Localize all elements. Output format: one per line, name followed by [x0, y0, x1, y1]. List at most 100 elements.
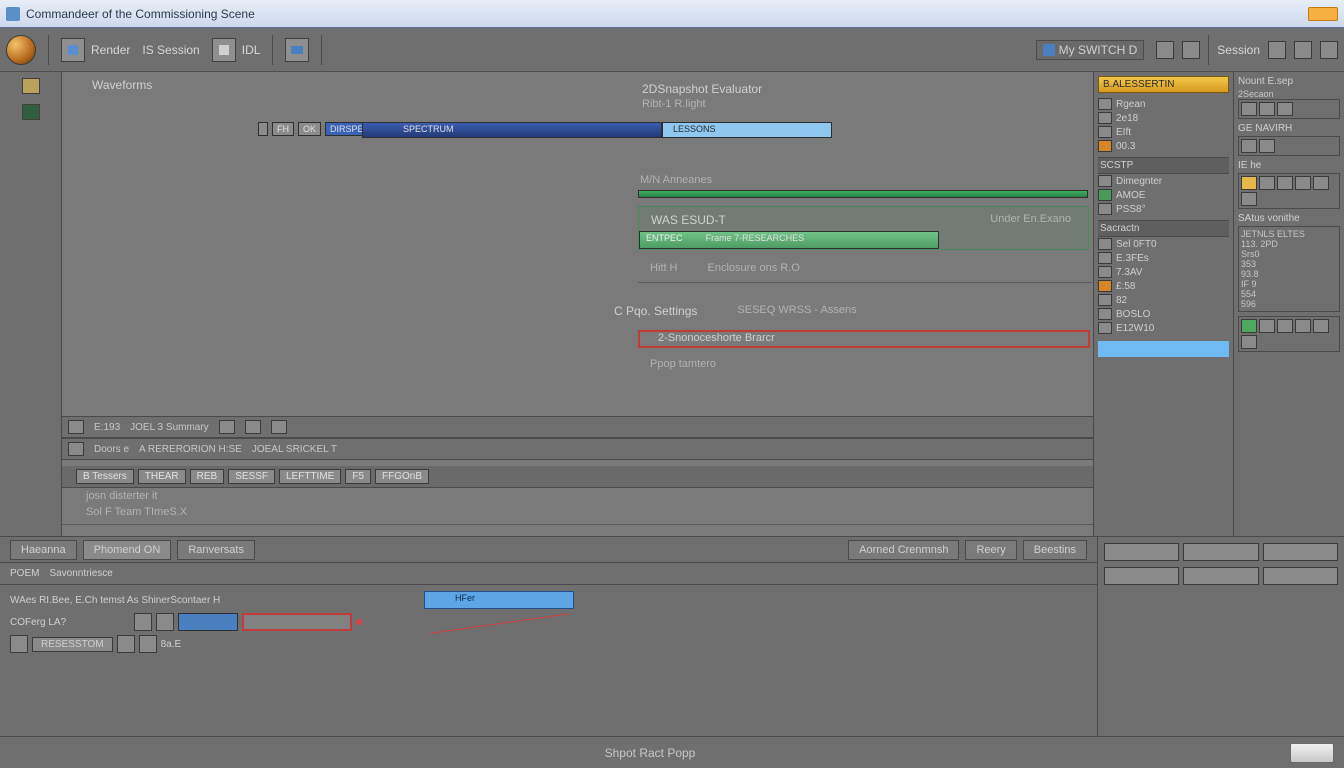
chip-icon[interactable] — [1259, 139, 1275, 153]
sec-btn[interactable]: SESSF — [228, 469, 275, 484]
grid-chip-2[interactable] — [1294, 41, 1312, 59]
tl-icon[interactable] — [134, 613, 152, 631]
panel-a-item[interactable]: E12W10 — [1098, 321, 1229, 335]
midinfo-row-1: E:193 JOEL 3 Summary — [62, 416, 1093, 438]
item-label: 82 — [1116, 295, 1127, 306]
panel-a-item[interactable]: £:58 — [1098, 279, 1229, 293]
grid-chip-1[interactable] — [1268, 41, 1286, 59]
track-red-outline[interactable]: 2-Snonoceshorte Brarcr — [638, 330, 1090, 348]
chip-icon[interactable] — [1259, 102, 1275, 116]
chip[interactable]: FH — [272, 122, 294, 136]
scene-selector[interactable]: My SWITCH D — [1036, 40, 1145, 60]
chip-icon[interactable] — [1241, 176, 1257, 190]
panel-a-item[interactable]: E.3FEs — [1098, 251, 1229, 265]
tool-a-icon[interactable] — [285, 38, 309, 62]
track-green-thin[interactable] — [638, 190, 1088, 198]
track-green2[interactable]: ENTPEC Frame 7-RESEARCHES — [639, 231, 939, 249]
scene-selector-label: My SWITCH D — [1059, 43, 1138, 57]
br-btn[interactable] — [1104, 543, 1179, 561]
session-tab[interactable]: Session — [1217, 43, 1260, 57]
view-chip-2[interactable] — [1182, 41, 1200, 59]
chip-icon[interactable] — [1241, 319, 1257, 333]
panel-a-item[interactable]: BOSLO — [1098, 307, 1229, 321]
panel-a-item[interactable]: PSS8° — [1098, 202, 1229, 216]
sec-btn[interactable]: LEFTTIME — [279, 469, 341, 484]
chip-icon[interactable] — [1241, 102, 1257, 116]
track-blue[interactable]: SPECTRUM — [362, 122, 662, 138]
ok-button[interactable] — [1290, 743, 1334, 763]
tl-tab[interactable]: Haeanna — [10, 540, 77, 560]
tl-icon[interactable] — [139, 635, 157, 653]
chip-icon[interactable] — [1295, 176, 1311, 190]
chip-icon[interactable] — [1241, 335, 1257, 349]
chip[interactable]: OK — [298, 122, 321, 136]
keyframe-diamond-icon[interactable] — [355, 618, 363, 626]
chip-icon[interactable] — [1241, 139, 1257, 153]
pb4-item: IF 9 — [1241, 279, 1337, 289]
green-block: WAS ESUD-T Under En.Exano ENTPEC Frame 7… — [638, 206, 1089, 250]
tl-tab[interactable]: Beestins — [1023, 540, 1087, 560]
panel-a-item[interactable]: 82 — [1098, 293, 1229, 307]
panel-a-item[interactable]: EIft — [1098, 125, 1229, 139]
br-btn[interactable] — [1263, 543, 1338, 561]
chip-icon[interactable] — [1313, 176, 1329, 190]
sec-btn[interactable]: THEAR — [138, 469, 186, 484]
tl-row3-btn[interactable]: RESESSTOM — [32, 637, 113, 652]
tl-icon[interactable] — [156, 613, 174, 631]
sec-btn[interactable]: F5 — [345, 469, 371, 484]
tl-tab[interactable]: Aorned Crenmnsh — [848, 540, 959, 560]
view-chip-1[interactable] — [1156, 41, 1174, 59]
tl-tab[interactable]: Phomend ON — [83, 540, 172, 560]
tl-tab[interactable]: Ranversats — [177, 540, 255, 560]
br-btn[interactable] — [1183, 567, 1258, 585]
mid-icon[interactable] — [271, 420, 287, 434]
chip-icon[interactable] — [1259, 176, 1275, 190]
mid-icon[interactable] — [68, 420, 84, 434]
br-btn[interactable] — [1263, 567, 1338, 585]
panel-a-item[interactable]: Rgean — [1098, 97, 1229, 111]
tl-tab[interactable]: Reery — [965, 540, 1016, 560]
tl-clip-red[interactable] — [242, 613, 352, 631]
idl-button[interactable]: IDL — [242, 43, 261, 57]
tl-icon[interactable] — [10, 635, 28, 653]
mid-icon[interactable] — [68, 442, 84, 456]
group2-row-b: M/N Anneanes — [640, 174, 712, 186]
panel-a-highlight[interactable] — [1098, 341, 1229, 357]
render-button[interactable]: Render — [91, 43, 130, 57]
timeline-tabs: Haeanna Phomend ON Ranversats Aorned Cre… — [0, 537, 1097, 563]
app-orb-icon[interactable] — [6, 35, 36, 65]
tl-icon[interactable] — [117, 635, 135, 653]
render-icon[interactable] — [61, 38, 85, 62]
br-btn[interactable] — [1183, 543, 1258, 561]
chip-icon[interactable] — [1295, 319, 1311, 333]
panel-a-item[interactable]: Dimegnter — [1098, 174, 1229, 188]
tl-clip[interactable] — [178, 613, 238, 631]
chip-icon[interactable] — [1259, 319, 1275, 333]
chip-icon[interactable] — [1277, 102, 1293, 116]
panel-a-item[interactable]: AMOE — [1098, 188, 1229, 202]
sec-btn[interactable]: FFGOnB — [375, 469, 429, 484]
mid-icon[interactable] — [219, 420, 235, 434]
track-lightblue[interactable]: LESSONS — [662, 122, 832, 138]
chip-icon[interactable] — [1241, 192, 1257, 206]
grid-chip-3[interactable] — [1320, 41, 1338, 59]
idl-icon[interactable] — [212, 38, 236, 62]
panel-a-item[interactable]: Sel 0FT0 — [1098, 237, 1229, 251]
panel-a-item[interactable]: 2e18 — [1098, 111, 1229, 125]
tl-clip-selected[interactable]: HFer — [424, 591, 574, 609]
sec-btn[interactable]: REB — [190, 469, 225, 484]
rail-icon-2[interactable] — [22, 104, 40, 120]
panel-a-item[interactable]: 00.3 — [1098, 139, 1229, 153]
chip-icon[interactable] — [1313, 319, 1329, 333]
sec-btn[interactable]: B Tessers — [76, 469, 134, 484]
mid-icon[interactable] — [245, 420, 261, 434]
chip-icon[interactable] — [1277, 176, 1293, 190]
br-btn[interactable] — [1104, 567, 1179, 585]
rail-icon-1[interactable] — [22, 78, 40, 94]
panel-a-item[interactable]: 7.3AV — [1098, 265, 1229, 279]
chip-icon[interactable] — [1277, 319, 1293, 333]
minimize-button[interactable] — [1308, 7, 1338, 21]
chip[interactable] — [258, 122, 268, 136]
session-button[interactable]: IS Session — [142, 43, 199, 57]
panel-a-tab[interactable]: B.ALESSERTIN — [1098, 76, 1229, 93]
